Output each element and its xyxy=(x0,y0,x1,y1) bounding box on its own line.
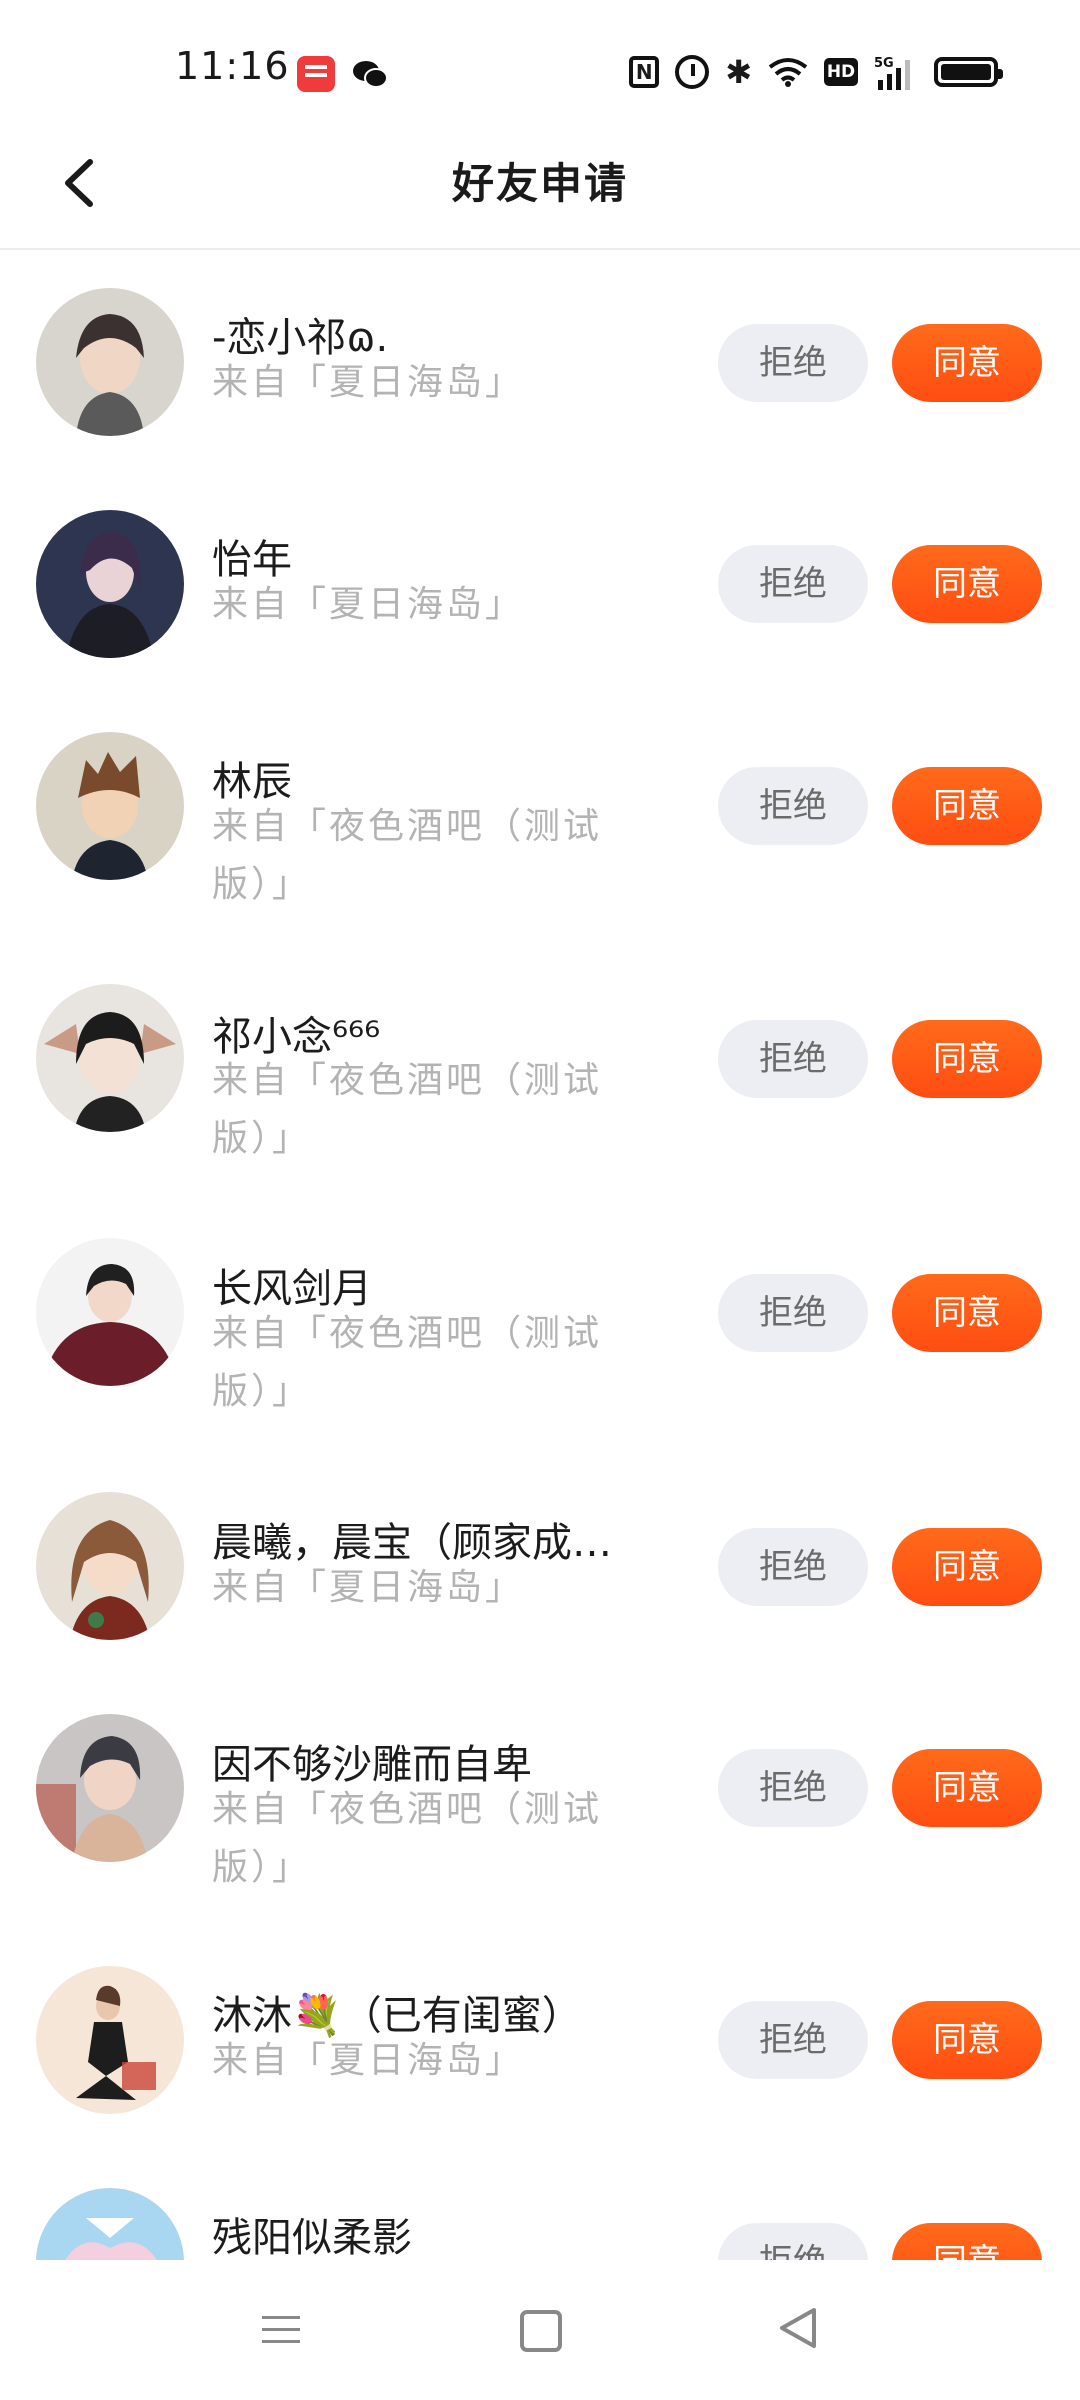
accept-button[interactable]: 同意 xyxy=(892,767,1042,845)
accept-button[interactable]: 同意 xyxy=(892,545,1042,623)
accept-button[interactable]: 同意 xyxy=(892,1749,1042,1827)
status-bar: 11:16 N ✱ HD 5G xyxy=(0,0,1080,120)
request-source-line: 版）」 xyxy=(212,864,312,905)
request-source: 来自「夜色酒吧（测试 版）」 xyxy=(212,798,642,914)
alarm-icon xyxy=(675,55,710,89)
friend-request-row: 因不够沙雕而自卑 来自「夜色酒吧（测试 版）」 拒绝 同意 xyxy=(0,1674,1080,1926)
signal-5g-icon: 5G xyxy=(874,56,910,90)
reject-button[interactable]: 拒绝 xyxy=(718,545,868,623)
request-source: 来自「夜色酒吧（测试 版）」 xyxy=(212,1781,642,1897)
reject-button[interactable]: 拒绝 xyxy=(718,1749,868,1827)
reject-button[interactable]: 拒绝 xyxy=(718,767,868,845)
request-source-line: 来自「夜色酒吧（测试 xyxy=(212,806,603,847)
request-source: 来自「夏日海岛」 xyxy=(212,2032,642,2090)
accept-button[interactable]: 同意 xyxy=(892,324,1042,402)
status-time: 11:16 xyxy=(175,44,290,88)
reject-button[interactable]: 拒绝 xyxy=(718,324,868,402)
request-source-line: 版）」 xyxy=(212,1847,312,1888)
request-source-line: 来自「夏日海岛」 xyxy=(212,362,525,403)
avatar[interactable] xyxy=(36,510,184,658)
friend-name: 残阳似柔影 xyxy=(212,2215,412,2260)
request-source-line: 来自「夜色酒吧（测试 xyxy=(212,1313,603,1354)
xiaohongshu-app-icon xyxy=(297,56,335,92)
avatar[interactable] xyxy=(36,1714,184,1862)
avatar[interactable] xyxy=(36,732,184,880)
reject-button[interactable]: 拒绝 xyxy=(718,1274,868,1352)
friend-request-row: 残阳似柔影 拒绝 同意 xyxy=(0,2148,1080,2260)
avatar[interactable] xyxy=(36,288,184,436)
avatar[interactable] xyxy=(36,1966,184,2114)
avatar[interactable] xyxy=(36,1492,184,1640)
reject-button[interactable]: 拒绝 xyxy=(718,2223,868,2260)
nfc-icon: N xyxy=(629,56,660,88)
avatar[interactable] xyxy=(36,2188,184,2260)
hd-icon: HD xyxy=(824,58,858,86)
request-source: 来自「夜色酒吧（测试 版）」 xyxy=(212,1305,642,1421)
page-title: 好友申请 xyxy=(451,159,628,208)
friend-request-list[interactable]: -恋小祁ɷ. 来自「夏日海岛」 拒绝 同意 怡年 来自「夏日海岛」 拒绝 同意 … xyxy=(0,250,1080,2260)
reject-button[interactable]: 拒绝 xyxy=(718,1528,868,1606)
accept-button[interactable]: 同意 xyxy=(892,1528,1042,1606)
friend-request-row: 沐沐💐（已有闺蜜） 来自「夏日海岛」 拒绝 同意 xyxy=(0,1926,1080,2148)
request-source-line: 来自「夜色酒吧（测试 xyxy=(212,1060,603,1101)
friend-request-row: 长风剑月 来自「夜色酒吧（测试 版）」 拒绝 同意 xyxy=(0,1198,1080,1452)
accept-button[interactable]: 同意 xyxy=(892,2223,1042,2260)
request-source: 来自「夏日海岛」 xyxy=(212,354,642,412)
wechat-icon xyxy=(353,61,388,88)
system-nav-bar xyxy=(0,2262,1080,2400)
request-source: 来自「夏日海岛」 xyxy=(212,576,642,634)
request-source: 来自「夏日海岛」 xyxy=(212,1559,642,1617)
request-source-line: 来自「夏日海岛」 xyxy=(212,2040,525,2081)
svg-text:5G: 5G xyxy=(874,56,894,71)
reject-button[interactable]: 拒绝 xyxy=(718,1020,868,1098)
request-source-line: 来自「夜色酒吧（测试 xyxy=(212,1789,603,1830)
battery-icon xyxy=(934,57,1003,87)
avatar[interactable] xyxy=(36,1238,184,1386)
header-bar: 好友申请 xyxy=(0,120,1080,250)
menu-icon[interactable] xyxy=(262,2312,300,2348)
friend-request-row: 林辰 来自「夜色酒吧（测试 版）」 拒绝 同意 xyxy=(0,692,1080,944)
request-source-line: 版）」 xyxy=(212,1371,312,1412)
accept-button[interactable]: 同意 xyxy=(892,1020,1042,1098)
friend-request-row: 晨曦，晨宝（顾家成… 来自「夏日海岛」 拒绝 同意 xyxy=(0,1452,1080,1674)
request-source: 来自「夜色酒吧（测试 版）」 xyxy=(212,1052,642,1168)
friend-request-row: 怡年 来自「夏日海岛」 拒绝 同意 xyxy=(0,470,1080,692)
request-source-line: 版）」 xyxy=(212,1118,312,1159)
avatar[interactable] xyxy=(36,984,184,1132)
request-source-line: 来自「夏日海岛」 xyxy=(212,1567,525,1608)
wifi-icon xyxy=(768,58,808,87)
accept-button[interactable]: 同意 xyxy=(892,2001,1042,2079)
home-icon[interactable] xyxy=(520,2310,562,2352)
back-triangle-icon[interactable] xyxy=(778,2306,818,2350)
bluetooth-icon: ✱ xyxy=(725,53,752,91)
friend-request-row: 祁小念⁶⁶⁶ 来自「夜色酒吧（测试 版）」 拒绝 同意 xyxy=(0,944,1080,1198)
accept-button[interactable]: 同意 xyxy=(892,1274,1042,1352)
friend-request-row: -恋小祁ɷ. 来自「夏日海岛」 拒绝 同意 xyxy=(0,250,1080,470)
reject-button[interactable]: 拒绝 xyxy=(718,2001,868,2079)
request-source-line: 来自「夏日海岛」 xyxy=(212,584,525,625)
